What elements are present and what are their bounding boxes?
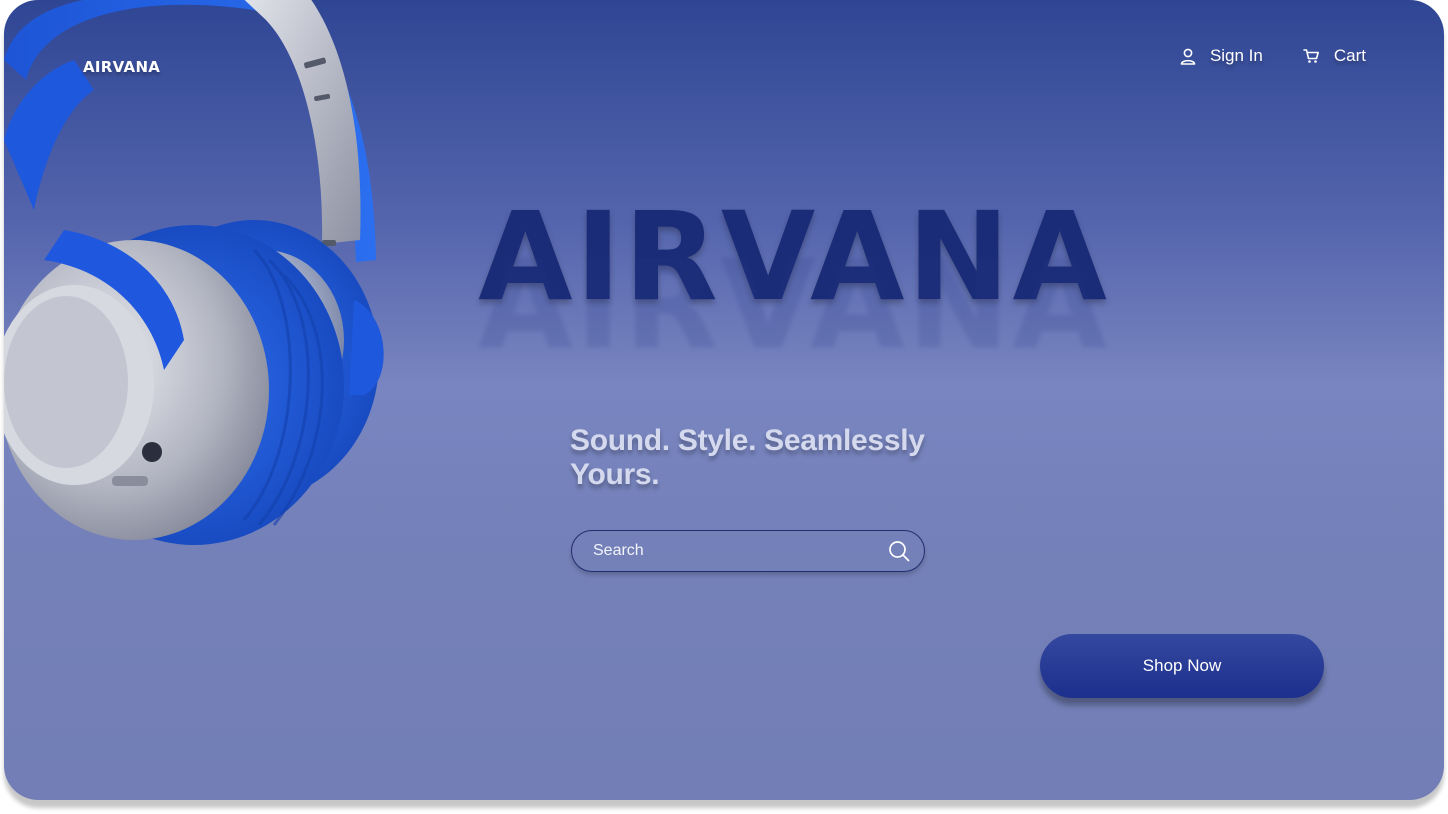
user-icon	[1180, 48, 1196, 65]
search-bar[interactable]	[571, 530, 925, 572]
top-nav: Sign In Cart	[1180, 46, 1366, 66]
cart-link[interactable]: Cart	[1303, 46, 1366, 66]
hero-title-wrap: AIRVANA AIRVANA	[4, 196, 1444, 366]
hero-title-reflection: AIRVANA	[478, 234, 1110, 376]
hero-tagline: Sound. Style. Seamlessly Yours.	[570, 424, 925, 491]
sign-in-link[interactable]: Sign In	[1180, 46, 1263, 66]
hero-title: AIRVANA AIRVANA	[478, 196, 1110, 366]
brand-logo[interactable]: AIRVANA	[83, 58, 160, 76]
search-icon[interactable]	[888, 540, 910, 562]
sign-in-label: Sign In	[1209, 46, 1263, 65]
hero-frame: AIRVANA Sign In Cart AIRVANA AIRVANA Sou…	[4, 0, 1444, 800]
cart-icon	[1303, 48, 1320, 64]
cart-label: Cart	[1333, 46, 1366, 65]
shop-now-button[interactable]: Shop Now	[1040, 634, 1324, 698]
search-input[interactable]	[591, 541, 888, 561]
